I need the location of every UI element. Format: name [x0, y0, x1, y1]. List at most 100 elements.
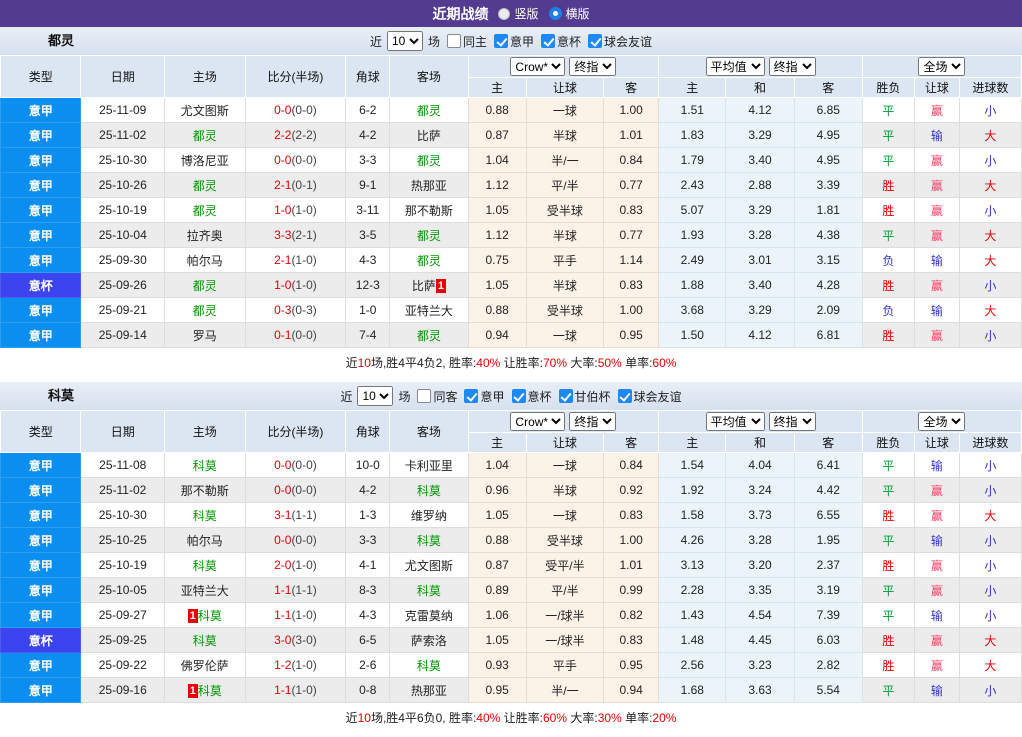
average-odds-cell: 3.63 [726, 678, 794, 703]
match-count-select[interactable]: 10 [357, 386, 393, 406]
odds-cell: 平/半 [526, 173, 603, 198]
record-summary: 近10场,胜4平6负0, 胜率:40% 让胜率:60% 大率:30% 单率:20… [0, 703, 1022, 733]
result-cell: 小 [959, 478, 1021, 503]
average-odds-cell: 3.35 [726, 578, 794, 603]
team-name: 科莫 [48, 382, 74, 410]
result-cell: 平 [862, 603, 914, 628]
average-index-select[interactable]: 终指 [769, 412, 816, 431]
full-time-score: 2-2 [274, 128, 291, 142]
checkbox-checked-icon[interactable] [618, 389, 632, 403]
odds-cell: 1.12 [468, 173, 526, 198]
layout-option-horizontal[interactable]: 横版 [549, 5, 590, 22]
score-cell: 1-2(1-0) [245, 653, 346, 678]
checkbox-unchecked-icon[interactable] [447, 34, 461, 48]
checkbox-checked-icon[interactable] [464, 389, 478, 403]
average-odds-cell: 1.92 [659, 478, 726, 503]
radio-checked-icon[interactable] [549, 7, 562, 20]
red-card-badge: 1 [436, 279, 446, 293]
result-cell: 输 [914, 603, 959, 628]
league-filter[interactable]: 意杯 [512, 388, 552, 405]
half-time-score: (1-0) [291, 278, 316, 292]
odds-index-select[interactable]: 终指 [569, 412, 616, 431]
average-odds-cell: 4.12 [726, 98, 794, 123]
date-cell: 25-10-19 [81, 198, 165, 223]
team-section: 科莫近10场同客意甲意杯甘伯杯球会友谊类型日期主场比分(半场)角球客场Crow*… [0, 382, 1022, 733]
result-cell: 平 [862, 578, 914, 603]
checkbox-checked-icon[interactable] [512, 389, 526, 403]
result-cell: 大 [959, 503, 1021, 528]
match-count-select[interactable]: 10 [387, 31, 423, 51]
half-time-score: (0-0) [291, 483, 316, 497]
odds-cell: 半球 [526, 478, 603, 503]
average-select[interactable]: 平均值 [706, 412, 765, 431]
date-cell: 25-09-22 [81, 653, 165, 678]
full-time-score: 3-3 [274, 228, 291, 242]
record-summary: 近10场,胜4平4负2, 胜率:40% 让胜率:70% 大率:50% 单率:60… [0, 348, 1022, 378]
checkbox-unchecked-icon[interactable] [417, 389, 431, 403]
average-odds-cell: 1.50 [659, 323, 726, 348]
team-cell: 科莫 [390, 528, 468, 553]
checkbox-checked-icon[interactable] [588, 34, 602, 48]
checkbox-checked-icon[interactable] [494, 34, 508, 48]
odds-cell: 受平/半 [526, 553, 603, 578]
bookmaker-select[interactable]: Crow* [510, 57, 565, 76]
odds-cell: 1.00 [604, 528, 659, 553]
date-cell: 25-10-26 [81, 173, 165, 198]
score-cell: 0-0(0-0) [245, 98, 346, 123]
result-cell: 平 [862, 478, 914, 503]
team-cell: 比萨1 [390, 273, 468, 298]
result-cell: 大 [959, 223, 1021, 248]
result-cell: 胜 [862, 653, 914, 678]
odds-cell: 平/半 [526, 578, 603, 603]
average-odds-cell: 3.24 [726, 478, 794, 503]
team-cell: 科莫 [165, 628, 245, 653]
league-filter[interactable]: 球会友谊 [588, 33, 652, 50]
team-name-text: 都灵 [417, 154, 441, 168]
league-filter[interactable]: 甘伯杯 [559, 388, 611, 405]
score-cell: 2-2(2-2) [245, 123, 346, 148]
match-row: 意甲25-09-22佛罗伦萨1-2(1-0)2-6科莫0.93平手0.952.5… [1, 653, 1022, 678]
odds-cell: 0.83 [604, 503, 659, 528]
sub-column-header: 客 [794, 433, 862, 453]
average-odds-cell: 4.26 [659, 528, 726, 553]
full-time-score: 3-1 [274, 508, 291, 522]
average-odds-cell: 5.07 [659, 198, 726, 223]
match-row: 意甲25-11-09尤文图斯0-0(0-0)6-2都灵0.88一球1.001.5… [1, 98, 1022, 123]
result-cell: 小 [959, 98, 1021, 123]
league-filter[interactable]: 意甲 [464, 388, 504, 405]
half-time-score: (0-0) [291, 153, 316, 167]
team-name-text: 佛罗伦萨 [181, 659, 229, 673]
result-cell: 平 [862, 528, 914, 553]
same-venue-filter[interactable]: 同客 [417, 388, 457, 405]
team-name-text: 都灵 [417, 329, 441, 343]
league-filter[interactable]: 球会友谊 [618, 388, 682, 405]
odds-group-header: Crow*终指 [468, 56, 659, 78]
odds-cell: 0.95 [604, 653, 659, 678]
same-venue-filter[interactable]: 同主 [447, 33, 487, 50]
radio-unchecked-icon[interactable] [498, 8, 510, 20]
layout-option-vertical[interactable]: 竖版 [498, 5, 538, 22]
team-name-text: 都灵 [193, 204, 217, 218]
average-index-select[interactable]: 终指 [769, 57, 816, 76]
result-group-header: 全场 [862, 411, 1021, 433]
checkbox-checked-icon[interactable] [559, 389, 573, 403]
bookmaker-select[interactable]: Crow* [510, 412, 565, 431]
league-filter[interactable]: 意甲 [494, 33, 534, 50]
scope-select[interactable]: 全场 [918, 57, 965, 76]
sub-column-header: 主 [659, 433, 726, 453]
league-filter[interactable]: 意杯 [541, 33, 581, 50]
scope-select[interactable]: 全场 [918, 412, 965, 431]
result-cell: 小 [959, 323, 1021, 348]
sections-container: 都灵近10场同主意甲意杯球会友谊类型日期主场比分(半场)角球客场Crow*终指平… [0, 27, 1022, 733]
average-select[interactable]: 平均值 [706, 57, 765, 76]
team-name-text: 尤文图斯 [181, 104, 229, 118]
odds-index-select[interactable]: 终指 [569, 57, 616, 76]
average-odds-cell: 3.28 [726, 528, 794, 553]
odds-cell: 一球 [526, 503, 603, 528]
summary-segment: 近 [346, 356, 358, 370]
match-row: 意甲25-10-19都灵1-0(1-0)3-11那不勒斯1.05受半球0.835… [1, 198, 1022, 223]
date-cell: 25-09-21 [81, 298, 165, 323]
half-time-score: (1-0) [291, 253, 316, 267]
checkbox-checked-icon[interactable] [541, 34, 555, 48]
team-name-text: 那不勒斯 [405, 204, 453, 218]
